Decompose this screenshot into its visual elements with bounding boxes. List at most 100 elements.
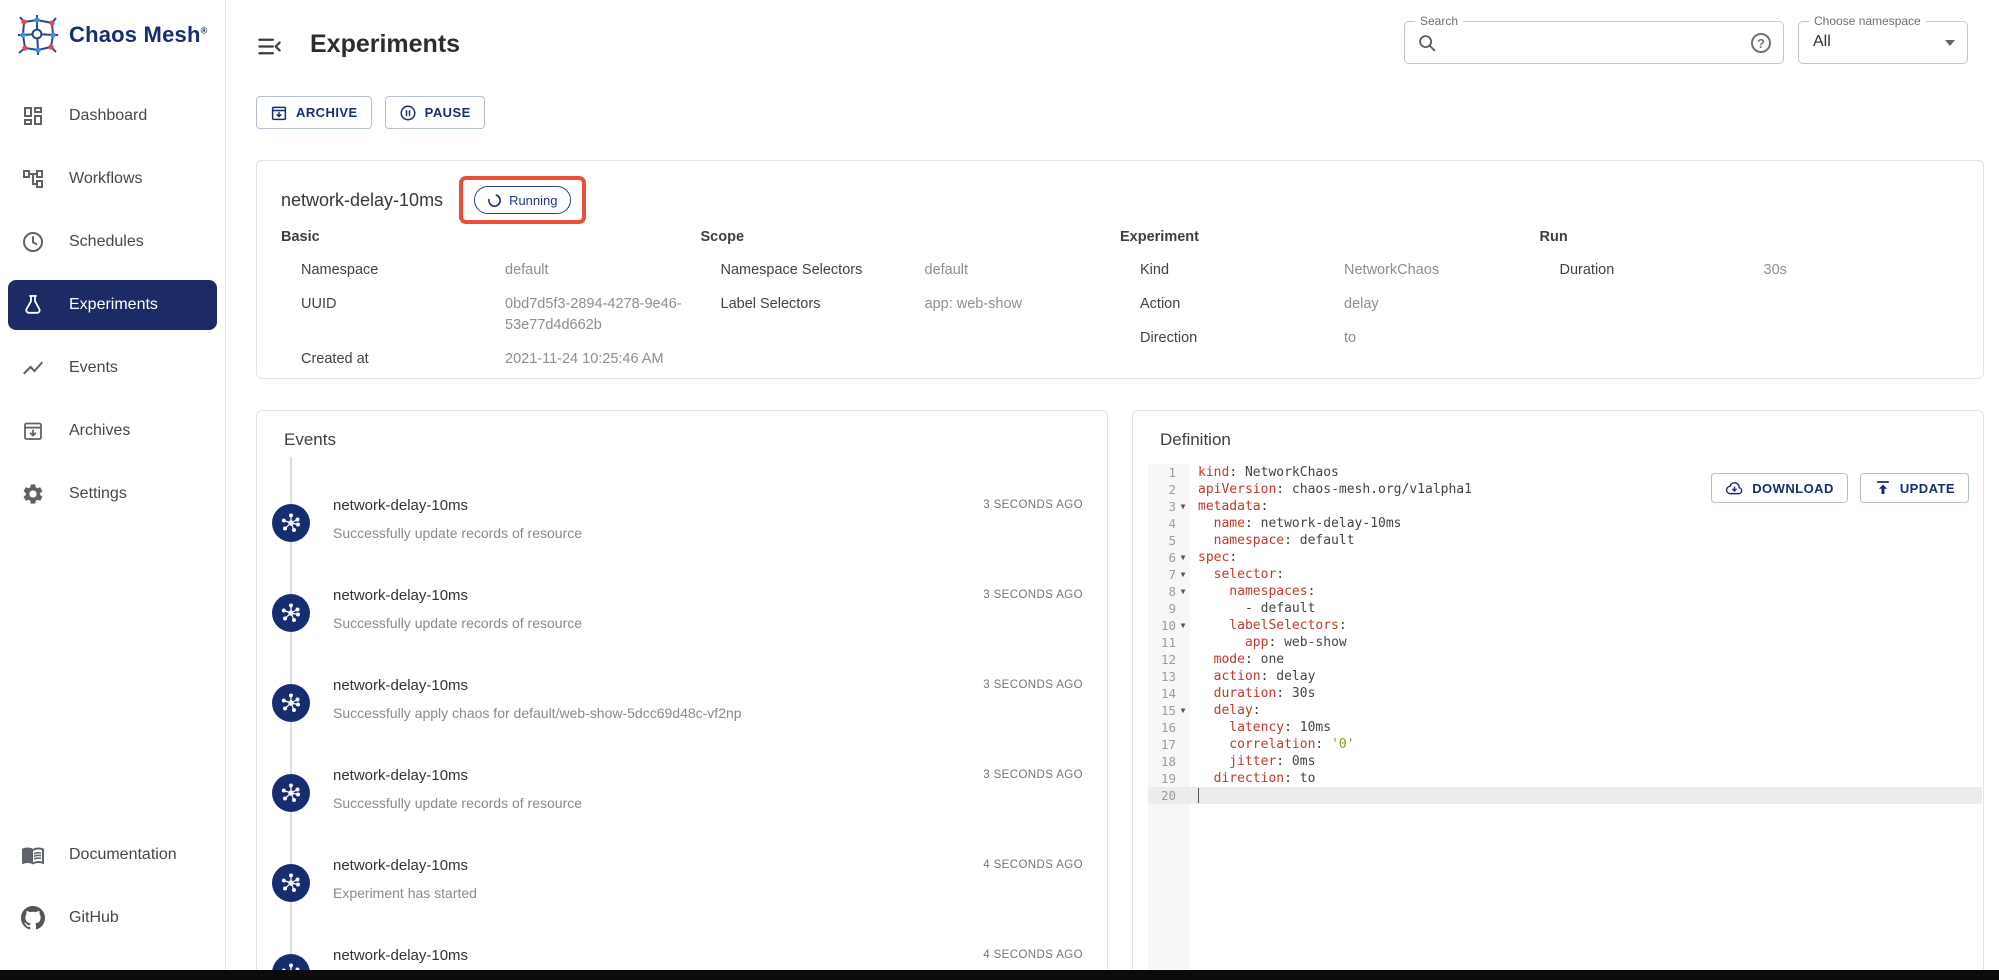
- sidebar-item-archives[interactable]: Archives: [8, 406, 217, 456]
- fold-arrow-icon[interactable]: ▼: [1176, 570, 1190, 579]
- event-timestamp: 3 SECONDS AGO: [983, 499, 1083, 511]
- sidebar-nav: Dashboard Workflows Schedules Experiment…: [0, 91, 225, 532]
- sidebar-item-label: Schedules: [69, 233, 144, 251]
- sidebar-item-label: Settings: [69, 485, 127, 503]
- yaml-line: 7▼ selector:: [1148, 566, 1982, 583]
- yaml-line: 15▼ delay:: [1148, 702, 1982, 719]
- mesh-node-icon: [272, 504, 310, 542]
- chaos-mesh-dashboard: Chaos Mesh® Dashboard Workflows Schedule…: [0, 0, 1999, 980]
- spinner-icon: [487, 193, 502, 208]
- workflows-tree-icon: [21, 167, 45, 191]
- sidebar-item-dashboard[interactable]: Dashboard: [8, 91, 217, 141]
- detail-row: Label Selectors app: web-show: [701, 294, 1121, 315]
- event-description: Successfully update records of resource: [333, 615, 582, 631]
- event-description: Successfully update records of resource: [333, 795, 582, 811]
- mesh-node-icon: [272, 684, 310, 722]
- yaml-line: 8▼ namespaces:: [1148, 583, 1982, 600]
- event-title: network-delay-10ms: [333, 497, 468, 514]
- event-timestamp: 3 SECONDS AGO: [983, 769, 1083, 781]
- overview-section-basic: Basic Namespace default UUID 0bd7d5f3-28…: [281, 229, 701, 383]
- yaml-editor[interactable]: 1kind: NetworkChaos 2apiVersion: chaos-m…: [1134, 464, 1982, 980]
- yaml-line: 17 correlation: '0': [1148, 736, 1982, 753]
- status-badge: Running: [474, 186, 570, 214]
- detail-row: Namespace default: [281, 260, 701, 281]
- yaml-line: 12 mode: one: [1148, 651, 1982, 668]
- clock-icon: [21, 230, 45, 254]
- detail-row: Namespace Selectors default: [701, 260, 1121, 281]
- sidebar-item-events[interactable]: Events: [8, 343, 217, 393]
- event-row: network-delay-10ms Successfully apply ch…: [257, 640, 1107, 730]
- event-row: network-delay-10ms Experiment has starte…: [257, 820, 1107, 910]
- fold-arrow-icon[interactable]: ▼: [1176, 706, 1190, 715]
- yaml-line: 19 direction: to: [1148, 770, 1982, 787]
- yaml-line: 14 duration: 30s: [1148, 685, 1982, 702]
- sidebar-bottom-nav: Documentation GitHub: [0, 830, 225, 980]
- event-title: network-delay-10ms: [333, 857, 468, 874]
- download-button[interactable]: DOWNLOAD: [1711, 473, 1848, 503]
- sidebar-item-documentation[interactable]: Documentation: [8, 830, 217, 880]
- events-timeline: network-delay-10ms Successfully update r…: [257, 460, 1107, 980]
- status-badge-label: Running: [509, 193, 557, 208]
- update-button[interactable]: UPDATE: [1860, 473, 1969, 503]
- annotation-highlight-box: Running: [459, 176, 585, 224]
- detail-row: Duration 30s: [1540, 260, 1960, 281]
- yaml-line: 6▼spec:: [1148, 549, 1982, 566]
- archive-button[interactable]: ARCHIVE: [256, 96, 372, 129]
- sidebar-item-label: Dashboard: [69, 107, 147, 125]
- book-icon: [21, 843, 45, 867]
- event-timestamp: 3 SECONDS AGO: [983, 679, 1083, 691]
- mesh-node-icon: [272, 594, 310, 632]
- fold-arrow-icon[interactable]: ▼: [1176, 502, 1190, 511]
- dashboard-icon: [21, 104, 45, 128]
- gear-icon: [21, 482, 45, 506]
- event-title: network-delay-10ms: [333, 587, 468, 604]
- namespace-select-value: All: [1813, 33, 1831, 51]
- search-input[interactable]: [1445, 26, 1725, 59]
- sidebar-item-settings[interactable]: Settings: [8, 469, 217, 519]
- fold-arrow-icon[interactable]: ▼: [1176, 587, 1190, 596]
- sidebar: Chaos Mesh® Dashboard Workflows Schedule…: [0, 0, 226, 980]
- brand-logo[interactable]: Chaos Mesh®: [0, 0, 225, 67]
- pause-button[interactable]: PAUSE: [385, 96, 485, 129]
- archive-box-icon: [270, 104, 288, 122]
- sidebar-item-label: Workflows: [69, 170, 143, 188]
- sidebar-item-workflows[interactable]: Workflows: [8, 154, 217, 204]
- namespace-select-label: Choose namespace: [1809, 14, 1926, 28]
- section-title: Experiment: [1120, 229, 1540, 245]
- event-description: Successfully apply chaos for default/web…: [333, 705, 742, 721]
- sidebar-item-experiments[interactable]: Experiments: [8, 280, 217, 330]
- text-cursor: [1198, 788, 1199, 803]
- sidebar-item-label: Archives: [69, 422, 130, 440]
- menu-open-icon[interactable]: [256, 33, 283, 60]
- flask-icon: [21, 293, 45, 317]
- bottom-screen-bar: [0, 970, 1999, 980]
- search-icon: [1416, 32, 1438, 54]
- sidebar-item-schedules[interactable]: Schedules: [8, 217, 217, 267]
- yaml-line-active: 20: [1148, 787, 1982, 804]
- definition-card: Definition 1kind: NetworkChaos 2apiVersi…: [1132, 410, 1984, 980]
- yaml-line: 13 action: delay: [1148, 668, 1982, 685]
- sidebar-item-github[interactable]: GitHub: [8, 893, 217, 943]
- registered-mark: ®: [201, 26, 208, 36]
- yaml-line: 9 - default: [1148, 600, 1982, 617]
- event-title: network-delay-10ms: [333, 677, 468, 694]
- fold-arrow-icon[interactable]: ▼: [1176, 621, 1190, 630]
- fold-arrow-icon[interactable]: ▼: [1176, 553, 1190, 562]
- section-title: Basic: [281, 229, 701, 245]
- detail-row: Kind NetworkChaos: [1120, 260, 1540, 281]
- event-description: Experiment has started: [333, 885, 477, 901]
- events-card: Events network-delay-10ms Successfully u…: [256, 410, 1108, 980]
- help-icon[interactable]: ?: [1751, 33, 1771, 53]
- chaos-mesh-logo-icon: [16, 13, 60, 57]
- events-card-title: Events: [257, 411, 1107, 450]
- event-title: network-delay-10ms: [333, 767, 468, 784]
- dropdown-caret-icon: [1945, 40, 1955, 46]
- search-field: Search ?: [1404, 21, 1784, 64]
- overview-section-run: Run Duration 30s: [1540, 229, 1960, 383]
- github-icon: [21, 906, 45, 930]
- detail-row: Action delay: [1120, 294, 1540, 315]
- experiment-name: network-delay-10ms: [281, 190, 443, 211]
- archive-icon: [21, 419, 45, 443]
- namespace-select[interactable]: Choose namespace All: [1798, 21, 1968, 64]
- yaml-line: 4 name: network-delay-10ms: [1148, 515, 1982, 532]
